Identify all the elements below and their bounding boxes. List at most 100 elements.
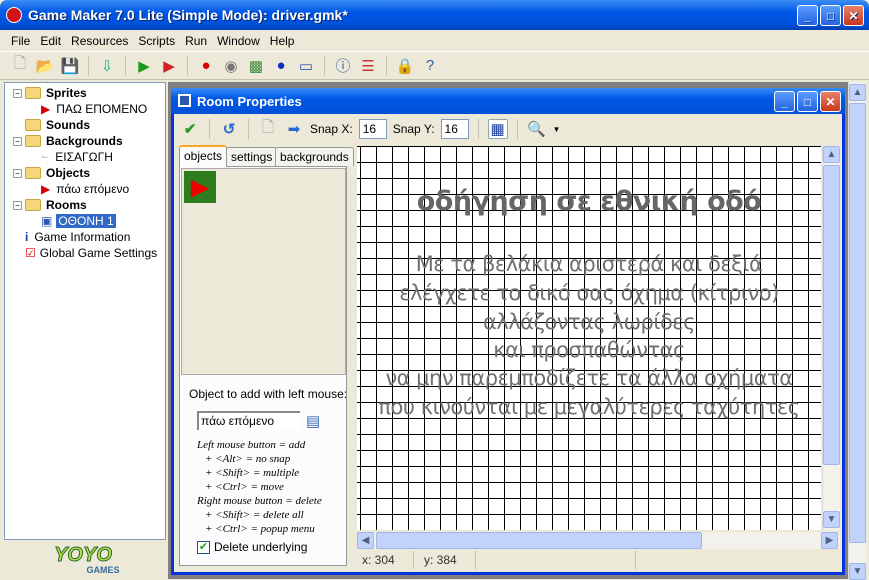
app-title-bar: Game Maker 7.0 Lite (Simple Mode): drive… <box>0 0 869 30</box>
checkbox-checked-icon: ✔ <box>197 540 210 554</box>
scroll-thumb[interactable] <box>823 165 840 465</box>
object-select-field[interactable]: πάω επόμενο <box>197 411 300 430</box>
room-text-line: αλλάζοντας λωρίδες <box>482 310 696 334</box>
folder-icon <box>25 199 41 211</box>
room-text-line: να μην παρεμποδίζετε τα άλλα οχήματα <box>385 366 793 390</box>
scroll-left-button[interactable]: ◀ <box>357 532 374 549</box>
scroll-down-button[interactable]: ▼ <box>849 563 866 580</box>
tree-background-item[interactable]: ~· ΕΙΣΑΓΩΓΗ <box>13 149 165 165</box>
tree-sprite-item[interactable]: ▶ ΠΑΩ ΕΠΟΜΕΝΟ <box>13 101 165 117</box>
run-debug-icon[interactable]: ▶ <box>159 56 179 76</box>
grid-toggle-icon[interactable]: ▦ <box>487 119 508 139</box>
object-menu-icon[interactable]: ▤ <box>306 412 320 430</box>
game-maker-icon <box>6 7 22 23</box>
undo-icon[interactable]: ↺ <box>219 119 239 139</box>
menu-help[interactable]: Help <box>265 34 300 48</box>
menu-window[interactable]: Window <box>212 34 265 48</box>
menu-file[interactable]: File <box>6 34 35 48</box>
tree-rooms[interactable]: − Rooms <box>13 197 165 213</box>
folder-icon <box>25 135 41 147</box>
object-icon: ▶ <box>41 182 51 196</box>
advanced-mode-icon[interactable]: 🔒 <box>395 56 415 76</box>
scroll-thumb[interactable] <box>849 103 866 543</box>
tab-backgrounds[interactable]: backgrounds <box>275 147 354 166</box>
object-thumbnail[interactable]: ▶ <box>184 171 216 203</box>
room-horizontal-scrollbar[interactable]: ◀ ▶ <box>357 532 840 549</box>
room-icon[interactable]: ▭ <box>296 56 316 76</box>
room-maximize-button[interactable]: □ <box>797 91 818 112</box>
tree-backgrounds[interactable]: − Backgrounds <box>13 133 165 149</box>
room-canvas[interactable]: οδήγηση σε εθνική οδό Με τα βελάκια αρισ… <box>357 146 821 530</box>
room-text-line: Με τα βελάκια αριστερά και δεξιά <box>415 252 763 276</box>
folder-icon <box>25 167 41 179</box>
room-heading-text: οδήγηση σε εθνική οδό <box>416 186 762 217</box>
room-minimize-button[interactable]: _ <box>774 91 795 112</box>
open-icon[interactable]: 📂 <box>35 56 55 76</box>
room-toolbar: ✔ ↺ 🗋 ➡ Snap X: 16 Snap Y: 16 ▦ 🔍 ▼ <box>176 116 840 142</box>
new-file-icon[interactable]: 🗋 <box>10 55 30 76</box>
menu-run[interactable]: Run <box>180 34 212 48</box>
tree-object-item[interactable]: ▶ πάω επόμενο <box>13 181 165 197</box>
tree-sounds[interactable]: Sounds <box>13 117 165 133</box>
settings-icon[interactable]: ☰ <box>358 56 378 76</box>
tab-settings[interactable]: settings <box>226 147 278 166</box>
tree-global-settings[interactable]: ☑ Global Game Settings <box>13 245 165 261</box>
room-text-line: που κινούνται με μεγαλύτερες ταχύτητες <box>378 395 800 419</box>
room-status-bar: x: 304 y: 384 <box>352 550 842 570</box>
checkmark-doc-icon: ☑ <box>25 246 36 260</box>
delete-underlying-checkbox[interactable]: ✔ Delete underlying <box>197 540 307 554</box>
room-icon: ▣ <box>41 214 53 228</box>
publish-icon[interactable]: ⇩ <box>97 56 117 76</box>
room-vertical-scrollbar[interactable]: ▲ ▼ <box>822 146 840 530</box>
shift-icon[interactable]: ➡ <box>284 119 304 139</box>
tree-room-item[interactable]: ▣ ΟΘΟΝΗ 1 <box>13 213 165 229</box>
help-icon[interactable]: ? <box>420 56 440 76</box>
background-icon[interactable]: ▩ <box>246 56 266 76</box>
menu-edit[interactable]: Edit <box>35 34 66 48</box>
minimize-button[interactable]: _ <box>797 5 818 26</box>
clear-icon[interactable]: 🗋 <box>258 119 278 139</box>
snap-x-input[interactable]: 16 <box>358 119 387 139</box>
info-icon: i <box>25 230 29 244</box>
folder-icon <box>25 119 41 131</box>
snap-y-label: Snap Y: <box>392 122 435 136</box>
scroll-down-button[interactable]: ▼ <box>823 511 840 528</box>
app-title: Game Maker 7.0 Lite (Simple Mode): drive… <box>28 7 348 23</box>
resource-tree: − Sprites ▶ ΠΑΩ ΕΠΟΜΕΝΟ Sounds − Background… <box>4 82 166 540</box>
scroll-up-button[interactable]: ▲ <box>823 146 840 163</box>
game-info-icon[interactable]: ⓘ <box>333 56 353 76</box>
sprite-icon[interactable]: ● <box>196 56 216 76</box>
sound-icon[interactable]: ◉ <box>221 56 241 76</box>
room-object-list[interactable]: ▶ <box>181 168 346 375</box>
object-icon[interactable]: ● <box>271 56 291 76</box>
scroll-right-button[interactable]: ▶ <box>821 532 838 549</box>
tree-objects[interactable]: − Objects <box>13 165 165 181</box>
save-icon[interactable]: 💾 <box>60 56 80 76</box>
tab-objects[interactable]: objects <box>179 145 228 167</box>
status-y: y: 384 <box>414 551 476 569</box>
object-to-add-label: Object to add with left mouse: <box>189 387 348 401</box>
menu-resources[interactable]: Resources <box>66 34 133 48</box>
room-icon <box>178 94 191 107</box>
scroll-thumb[interactable] <box>376 532 702 549</box>
ok-check-icon[interactable]: ✔ <box>180 119 200 139</box>
status-x: x: 304 <box>352 551 414 569</box>
tree-sprites[interactable]: − Sprites <box>13 85 165 101</box>
main-vertical-scrollbar[interactable]: ▲ ▼ <box>848 82 866 580</box>
maximize-button[interactable]: □ <box>820 5 841 26</box>
room-close-button[interactable]: ✕ <box>820 91 841 112</box>
run-icon[interactable]: ▶ <box>134 56 154 76</box>
close-button[interactable]: ✕ <box>843 5 864 26</box>
sprite-icon: ▶ <box>41 102 51 116</box>
scroll-up-button[interactable]: ▲ <box>849 84 866 101</box>
room-text-line: και προσπαθώντας <box>493 338 685 362</box>
room-properties-title-bar: Room Properties _ □ ✕ <box>171 88 845 114</box>
room-text-line: ελέγχετε το δικό σας όχημα (κίτρινο) <box>399 281 779 305</box>
snap-y-input[interactable]: 16 <box>440 119 469 139</box>
chevron-down-icon[interactable]: ▼ <box>553 125 561 134</box>
tree-game-info[interactable]: i Game Information <box>13 229 165 245</box>
menu-scripts[interactable]: Scripts <box>133 34 180 48</box>
zoom-icon[interactable]: 🔍 <box>527 119 547 139</box>
background-icon: ~· <box>41 152 50 162</box>
mouse-help-text: Left mouse button = add + <Alt> = no sna… <box>197 439 322 535</box>
